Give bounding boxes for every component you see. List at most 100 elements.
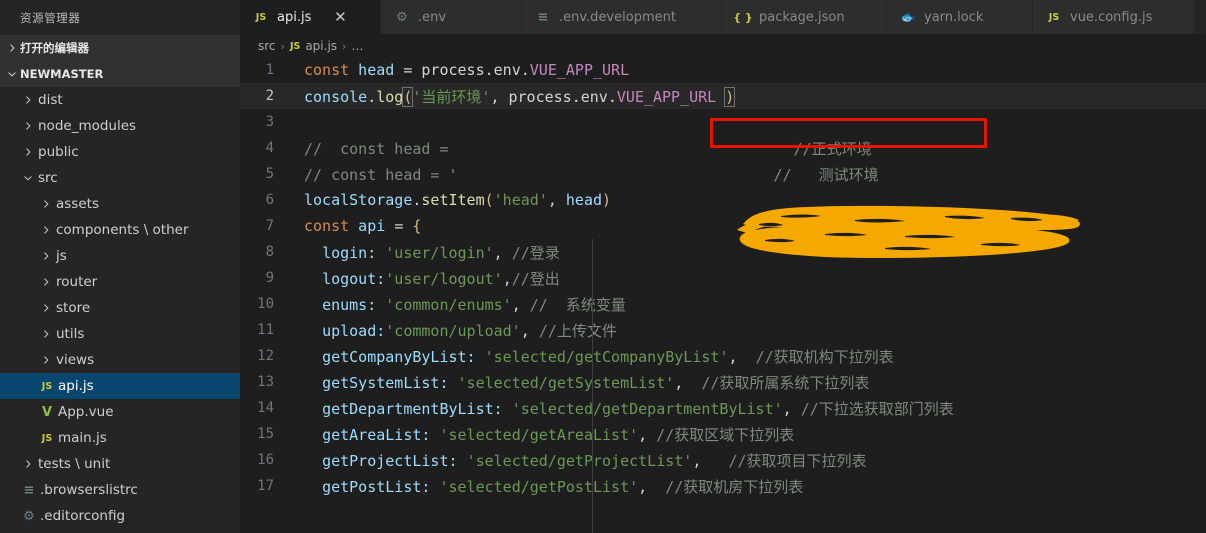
tree-item-router[interactable]: router xyxy=(0,269,240,295)
vue-file-icon: V xyxy=(41,404,53,420)
token-string: 'selected/getProjectList' xyxy=(466,451,693,470)
editor-tab-bar: JS api.js ✕ ⚙ .env ≡ .env.development { } packag… xyxy=(240,0,1206,35)
token-identifier: localStorage xyxy=(304,191,413,209)
line-number: 9 xyxy=(265,270,274,286)
code-editor[interactable]: 1 const head = process.env.VUE_APP_URL 2… xyxy=(240,57,1206,533)
breadcrumb-folder[interactable]: src xyxy=(258,39,276,53)
chevron-right-icon xyxy=(38,352,54,368)
code-line[interactable]: 10 enums: 'common/enums', // 系统变量 xyxy=(240,291,1206,317)
chevron-right-icon xyxy=(38,274,54,290)
code-line[interactable]: 17 getPostList: 'selected/getPostList', … xyxy=(240,473,1206,499)
editor-tab-.env[interactable]: ⚙ .env xyxy=(381,0,522,34)
line-content: console.log('当前环境', process.env.VUE_APP_… xyxy=(292,86,736,107)
editor-tab-yarn.lock[interactable]: 🐟 yarn.lock xyxy=(887,0,1033,34)
breadcrumb-more[interactable]: … xyxy=(351,39,363,53)
code-line[interactable]: 3 xyxy=(240,109,1206,135)
token-keyword: const xyxy=(304,217,350,235)
token-comment: //获取项目下拉列表 xyxy=(728,451,867,470)
tree-item-public[interactable]: public xyxy=(0,139,240,165)
tree-item-js[interactable]: js xyxy=(0,243,240,269)
code-line[interactable]: 16 getProjectList: 'selected/getProjectL… xyxy=(240,447,1206,473)
line-number: 3 xyxy=(265,114,274,130)
tree-item-store[interactable]: store xyxy=(0,295,240,321)
code-line[interactable]: 15 getAreaList: 'selected/getAreaList', … xyxy=(240,421,1206,447)
tree-item-dist[interactable]: dist xyxy=(0,87,240,113)
tree-item-.browserslistrc[interactable]: ≡ .browserslistrc xyxy=(0,477,240,503)
token-property: login: xyxy=(322,243,386,262)
breadcrumb-file[interactable]: api.js xyxy=(305,39,337,53)
code-line[interactable]: 9 logout:'user/logout',//登出 xyxy=(240,265,1206,291)
js-file-icon: JS xyxy=(41,432,53,444)
chevron-right-icon xyxy=(20,118,36,134)
token-string: 'selected/getSystemList' xyxy=(457,373,675,392)
js-file-icon: JS xyxy=(41,380,53,392)
tree-item-node_modules[interactable]: node_modules xyxy=(0,113,240,139)
tree-item-main.js[interactable]: JS main.js xyxy=(0,425,240,451)
token-comment: //下拉选获取部门列表 xyxy=(800,399,954,418)
chevron-down-icon xyxy=(4,66,20,82)
token-comma: , xyxy=(692,451,729,470)
tree-item-src[interactable]: src xyxy=(0,165,240,191)
section-workspace-root[interactable]: NEWMASTER xyxy=(0,61,240,87)
tree-item-.editorconfig[interactable]: ⚙ .editorconfig xyxy=(0,503,240,529)
line-content: getSystemList: 'selected/getSystemList',… xyxy=(292,372,869,393)
token-property: getPostList: xyxy=(322,477,440,496)
token-identifier: console xyxy=(304,87,368,106)
code-line[interactable]: 4 // const head = //正式环境 xyxy=(240,135,1206,161)
line-number: 6 xyxy=(265,192,274,208)
tree-item-components-other[interactable]: components \ other xyxy=(0,217,240,243)
token-comma: , xyxy=(511,295,530,314)
section-open-editors[interactable]: 打开的编辑器 xyxy=(0,35,240,61)
code-line[interactable]: 8 login: 'user/login', //登录 xyxy=(240,239,1206,265)
line-content: login: 'user/login', //登录 xyxy=(292,242,560,263)
tree-item-utils[interactable]: utils xyxy=(0,321,240,347)
editor-tab-vue.config.js[interactable]: JS vue.config.js xyxy=(1033,0,1195,34)
tree-item-tests-unit[interactable]: tests \ unit xyxy=(0,451,240,477)
list-lines-icon: ≡ xyxy=(23,482,35,498)
tree-item-assets[interactable]: assets xyxy=(0,191,240,217)
tree-item-api.js[interactable]: JS api.js xyxy=(0,373,240,399)
line-number: 1 xyxy=(265,62,274,78)
line-content: getAreaList: 'selected/getAreaList', //获… xyxy=(292,424,794,445)
code-line[interactable]: 12 getCompanyByList: 'selected/getCompan… xyxy=(240,343,1206,369)
tree-item-app.vue[interactable]: V App.vue xyxy=(0,399,240,425)
editor-tab-package.json[interactable]: { } package.json xyxy=(722,0,887,34)
code-line[interactable]: 5 // const head = ' // 测试环境 xyxy=(240,161,1206,187)
token-comma: , xyxy=(547,191,566,209)
tab-label: .env xyxy=(418,9,447,25)
token-comment: //登出 xyxy=(511,269,560,288)
line-content: const api = { xyxy=(292,217,421,235)
code-line-current[interactable]: 2 console.log('当前环境', process.env.VUE_AP… xyxy=(240,83,1206,109)
code-line[interactable]: 13 getSystemList: 'selected/getSystemLis… xyxy=(240,369,1206,395)
line-number: 2 xyxy=(265,88,274,104)
code-line[interactable]: 14 getDepartmentByList: 'selected/getDep… xyxy=(240,395,1206,421)
token-string: 'common/enums' xyxy=(385,295,512,314)
token-function: log xyxy=(376,87,404,106)
code-line[interactable]: 1 const head = process.env.VUE_APP_URL xyxy=(240,57,1206,83)
explorer-sidebar: 资源管理器 打开的编辑器 NEWMASTER dist node_modules p… xyxy=(0,0,240,533)
tree-item-label: components \ other xyxy=(56,222,189,238)
token-dot: . xyxy=(367,87,377,106)
close-icon[interactable]: ✕ xyxy=(333,9,347,25)
tree-item-label: .editorconfig xyxy=(40,508,126,524)
chevron-right-icon xyxy=(20,144,36,160)
token-comment: //登录 xyxy=(511,243,560,262)
editor-tab-api.js[interactable]: JS api.js ✕ xyxy=(240,0,381,34)
tree-item-views[interactable]: views xyxy=(0,347,240,373)
line-content: logout:'user/logout',//登出 xyxy=(292,268,560,289)
tab-label: api.js xyxy=(277,9,312,25)
yarn-icon: 🐟 xyxy=(900,10,916,24)
token-string: 'head' xyxy=(493,191,548,209)
chevron-right-icon: › xyxy=(280,39,285,53)
code-line[interactable]: 6 localStorage.setItem('head', head) xyxy=(240,187,1206,213)
json-file-icon: { } xyxy=(733,10,753,24)
token-property: getCompanyByList: xyxy=(322,347,485,366)
chevron-right-icon xyxy=(38,222,54,238)
code-line[interactable]: 11 upload:'common/upload', //上传文件 xyxy=(240,317,1206,343)
tab-label: .env.development xyxy=(559,9,676,25)
token-string: 'selected/getPostList' xyxy=(439,477,639,496)
code-line[interactable]: 7 const api = { xyxy=(240,213,1206,239)
editor-tab-.env.development[interactable]: ≡ .env.development xyxy=(522,0,722,34)
token-member: process.env. xyxy=(508,87,617,106)
line-content: getPostList: 'selected/getPostList', //获… xyxy=(292,476,803,497)
